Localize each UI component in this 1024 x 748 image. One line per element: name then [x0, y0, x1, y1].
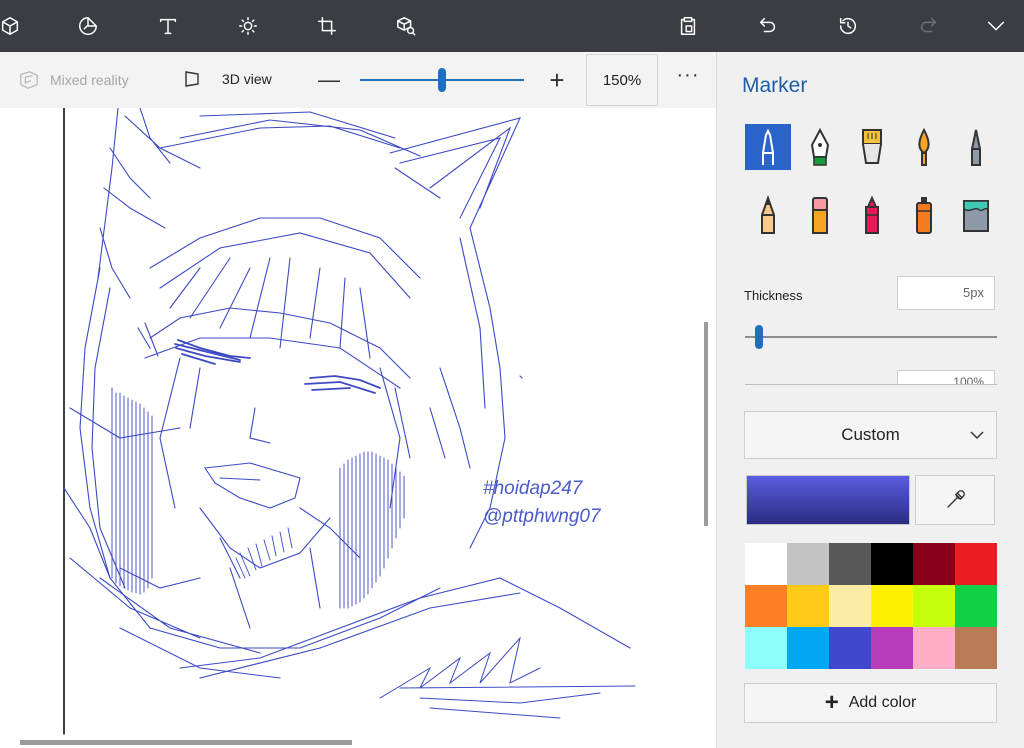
- zoom-value[interactable]: 150%: [586, 54, 658, 106]
- thickness-slider-thumb[interactable]: [755, 325, 763, 349]
- crayon-button[interactable]: [849, 192, 895, 238]
- thickness-label: Thickness: [744, 288, 803, 303]
- palette-swatch[interactable]: [829, 627, 871, 669]
- history-icon[interactable]: [830, 8, 866, 44]
- chevron-down-icon: [970, 431, 984, 440]
- opacity-slider[interactable]: [745, 384, 997, 385]
- watermark-text-2: @pttphwng07: [483, 506, 601, 527]
- zoom-in-button[interactable]: +: [544, 66, 570, 94]
- pencil-button[interactable]: [745, 192, 791, 238]
- marker-brush-button[interactable]: [745, 124, 791, 170]
- color-mode-dropdown[interactable]: Custom: [744, 411, 997, 459]
- sketch-drawing: [63, 108, 636, 735]
- palette-swatch[interactable]: [787, 543, 829, 585]
- watermark-text-1: #hoidap247: [483, 478, 583, 499]
- crayon-icon: [865, 195, 879, 234]
- expand-icon[interactable]: [978, 8, 1014, 44]
- calligraphy-pen-button[interactable]: [797, 124, 843, 170]
- watercolor-button[interactable]: [901, 124, 947, 170]
- palette-swatch[interactable]: [871, 543, 913, 585]
- eyedropper-icon: [947, 490, 965, 508]
- eraser-button[interactable]: [797, 192, 843, 238]
- palette-swatch[interactable]: [955, 543, 997, 585]
- zoom-slider-thumb[interactable]: [438, 68, 446, 92]
- view-toolbar: Mixed reality 3D view — + 150% ···: [0, 52, 716, 108]
- 3d-library-icon[interactable]: [388, 8, 424, 44]
- mixed-reality-icon: [20, 71, 38, 89]
- drawing-canvas[interactable]: #hoidap247 @pttphwng07: [0, 108, 716, 748]
- effects-icon[interactable]: [230, 8, 266, 44]
- mixed-reality-button: Mixed reality: [18, 70, 129, 90]
- eyedropper-button[interactable]: [915, 475, 995, 525]
- vertical-scrollbar[interactable]: [704, 322, 708, 526]
- palette-swatch[interactable]: [745, 627, 787, 669]
- color-palette: [745, 543, 997, 669]
- calligraphy-pen-icon: [810, 127, 830, 166]
- 3d-view-button[interactable]: 3D view: [184, 70, 272, 88]
- palette-swatch[interactable]: [829, 585, 871, 627]
- palette-swatch[interactable]: [955, 585, 997, 627]
- redo-icon: [910, 8, 946, 44]
- panel-title: Marker: [742, 74, 808, 97]
- palette-swatch[interactable]: [745, 543, 787, 585]
- palette-swatch[interactable]: [829, 543, 871, 585]
- fill-bucket-icon: [963, 200, 989, 232]
- palette-swatch[interactable]: [913, 627, 955, 669]
- paste-icon[interactable]: [670, 8, 706, 44]
- stickers-icon[interactable]: [70, 8, 106, 44]
- marker-icon: [762, 128, 774, 165]
- opacity-input[interactable]: 100%: [897, 370, 995, 384]
- brush-panel: Marker Thickness 5px 100% Custom + Add c…: [716, 52, 1024, 748]
- palette-swatch[interactable]: [871, 585, 913, 627]
- thickness-input[interactable]: 5px: [897, 276, 995, 310]
- palette-swatch[interactable]: [787, 585, 829, 627]
- 3d-view-icon: [185, 71, 199, 87]
- oil-brush-button[interactable]: [849, 124, 895, 170]
- 3d-view-label: 3D view: [222, 71, 272, 87]
- eraser-icon: [812, 197, 828, 234]
- text-icon[interactable]: [150, 8, 186, 44]
- zoom-out-button[interactable]: —: [318, 68, 340, 92]
- palette-swatch[interactable]: [787, 627, 829, 669]
- palette-swatch[interactable]: [913, 585, 955, 627]
- thickness-slider[interactable]: [745, 325, 997, 349]
- palette-swatch[interactable]: [745, 585, 787, 627]
- spray-can-icon: [916, 197, 932, 234]
- add-color-button[interactable]: + Add color: [744, 683, 997, 723]
- current-color-swatch[interactable]: [746, 475, 910, 525]
- pencil-icon: [761, 195, 775, 234]
- 3d-shapes-icon[interactable]: [0, 8, 28, 44]
- dropdown-label: Custom: [841, 425, 900, 444]
- fill-button[interactable]: [953, 192, 999, 238]
- palette-swatch[interactable]: [955, 627, 997, 669]
- plus-icon: +: [824, 689, 839, 716]
- spray-can-button[interactable]: [901, 192, 947, 238]
- mixed-reality-label: Mixed reality: [50, 72, 129, 88]
- undo-icon[interactable]: [750, 8, 786, 44]
- add-color-label: Add color: [848, 694, 917, 711]
- palette-swatch[interactable]: [913, 543, 955, 585]
- watercolor-icon: [918, 127, 930, 166]
- top-toolbar: [0, 0, 1024, 52]
- canvas-icon[interactable]: [309, 8, 345, 44]
- horizontal-scrollbar[interactable]: [20, 740, 352, 745]
- palette-swatch[interactable]: [871, 627, 913, 669]
- zoom-slider[interactable]: [360, 68, 524, 92]
- oil-brush-icon: [862, 129, 882, 164]
- pixel-pen-icon: [971, 129, 981, 166]
- pixel-pen-button[interactable]: [953, 124, 999, 170]
- more-options-button[interactable]: ···: [676, 65, 700, 90]
